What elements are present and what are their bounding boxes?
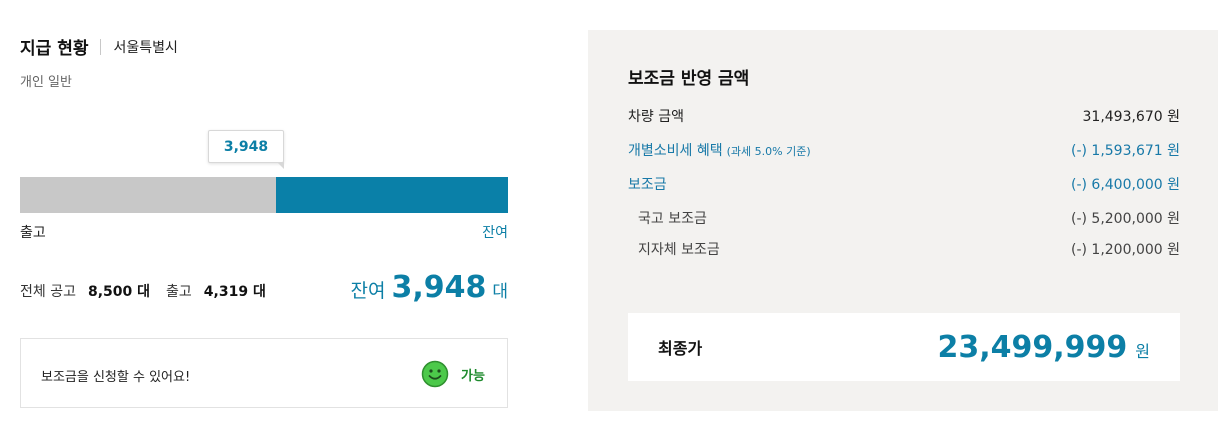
- status-header: 지급 현황 서울특별시: [20, 34, 178, 59]
- breakdown-row: 국고 보조금 (-) 5,200,000 원: [628, 208, 1180, 239]
- breakdown-row-label: 지자체 보조금: [638, 242, 720, 258]
- region-name: 서울특별시: [113, 39, 178, 56]
- subsidy-amount-panel: 보조금 반영 금액 차량 금액 31,493,670 원개별소비세 혜택 (과세 5…: [588, 30, 1218, 411]
- released-value: 4,319 대: [203, 284, 266, 300]
- breakdown-row-note: (과세 5.0% 기준): [726, 145, 811, 158]
- total-label: 전체 공고: [20, 284, 76, 300]
- bar-label-remaining: 잔여: [482, 225, 508, 241]
- breakdown-row-value: (-) 6,400,000 원: [1070, 177, 1180, 193]
- breakdown-row: 차량 금액 31,493,670 원: [628, 106, 1180, 140]
- remaining-bar-segment: [276, 177, 508, 213]
- application-notice: 보조금을 신청할 수 있어요! 가능: [20, 338, 508, 408]
- breakdown-row-label: 차량 금액: [628, 109, 684, 125]
- breakdown-row-label: 개별소비세 혜택 (과세 5.0% 기준): [628, 143, 811, 159]
- released-label: 출고: [166, 284, 192, 300]
- subsidy-panel-title: 보조금 반영 금액: [628, 69, 750, 89]
- smile-icon: [421, 360, 449, 388]
- total-value: 8,500 대: [87, 284, 151, 300]
- subsidy-status-panel: 지급 현황 서울특별시 개인 일반 3,948 출고 잔여 전체 공고 8,50…: [20, 0, 508, 423]
- breakdown-row: 개별소비세 혜택 (과세 5.0% 기준) (-) 1,593,671 원: [628, 140, 1180, 174]
- final-price-value: 23,499,999: [937, 329, 1128, 365]
- released-bar-segment: [20, 177, 277, 213]
- allocation-stats: 전체 공고 8,500 대 출고 4,319 대: [20, 281, 266, 301]
- breakdown-row-label: 국고 보조금: [638, 211, 707, 227]
- breakdown-row-value: (-) 1,593,671 원: [1070, 143, 1180, 159]
- status-title: 지급 현황: [20, 39, 89, 59]
- remaining-unit: 대: [492, 282, 508, 302]
- breakdown-row-value: (-) 5,200,000 원: [1070, 211, 1180, 227]
- title-divider: [100, 38, 102, 55]
- bar-label-released: 출고: [20, 225, 46, 241]
- notice-status: 가능: [461, 369, 485, 384]
- final-price-label: 최종가: [658, 339, 703, 358]
- breakdown-row-value: (-) 1,200,000 원: [1070, 242, 1180, 258]
- breakdown-row: 지자체 보조금 (-) 1,200,000 원: [628, 239, 1180, 270]
- final-price-unit: 원: [1135, 341, 1150, 361]
- breakdown-row: 보조금 (-) 6,400,000 원: [628, 174, 1180, 208]
- price-breakdown: 차량 금액 31,493,670 원개별소비세 혜택 (과세 5.0% 기준) (-)…: [628, 106, 1180, 270]
- allocation-bar: [20, 177, 508, 213]
- applicant-category: 개인 일반: [20, 75, 72, 90]
- remaining-value: 3,948: [391, 270, 487, 305]
- remaining-summary: 잔여 3,948 대: [350, 270, 508, 305]
- breakdown-row-label: 보조금: [628, 177, 667, 193]
- remaining-tooltip: 3,948: [208, 130, 284, 169]
- final-price-box: 최종가 23,499,999 원: [628, 313, 1180, 381]
- breakdown-row-value: 31,493,670 원: [1082, 109, 1181, 125]
- notice-text: 보조금을 신청할 수 있어요!: [41, 370, 191, 385]
- remaining-label: 잔여: [350, 280, 386, 302]
